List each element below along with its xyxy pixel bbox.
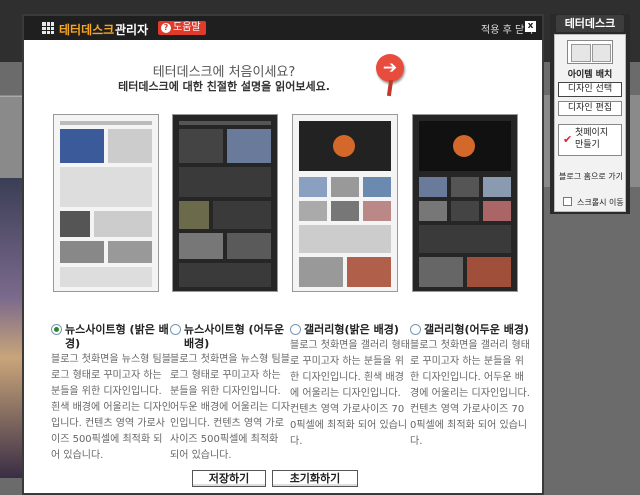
arrow-right-icon[interactable]: ➔ xyxy=(376,54,404,82)
radio-news-light[interactable] xyxy=(51,324,62,335)
design-select-button[interactable]: 디자인 선택 xyxy=(558,82,622,97)
check-icon: ✔ xyxy=(563,133,573,146)
radio-gallery-light-row[interactable]: 갤러리형(밝은 배경) xyxy=(290,323,412,337)
option-label: 뉴스사이트형 (밝은 배경) xyxy=(65,323,169,350)
thumbnail-news-dark[interactable] xyxy=(172,114,278,292)
layout-icon[interactable] xyxy=(567,40,613,64)
modal-brand-sub: 관리자 xyxy=(115,23,149,37)
tatterdesk-modal: 테터데스크 관리자 ? 도움말 적용 후 닫기 x 테터데스크에 처음이세요? 테… xyxy=(22,14,544,495)
radio-gallery-dark-row[interactable]: 갤러리형(어두운 배경) xyxy=(410,323,532,337)
option-news-light: 뉴스사이트형 (밝은 배경) 블로그 첫화면을 뉴스형 팀블로그 형태로 꾸미고… xyxy=(51,114,173,464)
thumbnail-gallery-dark[interactable] xyxy=(412,114,518,292)
blog-home-link[interactable]: 블로그 홈으로 가기 xyxy=(559,171,623,182)
help-label: 도움말 xyxy=(173,22,201,33)
radio-news-light-row[interactable]: 뉴스사이트형 (밝은 배경) xyxy=(51,323,173,351)
radio-news-dark[interactable] xyxy=(170,324,181,335)
option-description: 블로그 첫화면을 갤러리 형태로 꾸미고자 하는 분들을 위한 디자인입니다. … xyxy=(410,340,530,447)
radio-gallery-dark[interactable] xyxy=(410,324,421,335)
scroll-move-checkbox[interactable] xyxy=(563,197,572,206)
scroll-move-label: 스크롤시 이동 xyxy=(577,198,624,207)
option-gallery-dark: 갤러리형(어두운 배경) 블로그 첫화면을 갤러리 형태로 꾸미고자 하는 분들… xyxy=(410,114,532,450)
question-icon: ? xyxy=(161,23,171,33)
option-description: 블로그 첫화면을 뉴스형 팀블로그 형태로 꾸미고자 하는 분들을 위한 디자인… xyxy=(170,354,290,461)
radio-gallery-light[interactable] xyxy=(290,324,301,335)
reset-button[interactable]: 초기화하기 xyxy=(272,470,358,487)
option-gallery-light: 갤러리형(밝은 배경) 블로그 첫화면을 갤러리 형태로 꾸미고자 하는 분들을… xyxy=(290,114,412,450)
thumbnail-news-light[interactable] xyxy=(53,114,159,292)
help-button[interactable]: ? 도움말 xyxy=(158,21,206,35)
design-edit-button[interactable]: 디자인 편집 xyxy=(558,101,622,116)
option-label: 갤러리형(밝은 배경) xyxy=(304,323,399,336)
save-button[interactable]: 저장하기 xyxy=(192,470,266,487)
option-label: 갤러리형(어두운 배경) xyxy=(424,323,529,336)
option-description: 블로그 첫화면을 갤러리 형태로 꾸미고자 하는 분들을 위한 디자인입니다. … xyxy=(290,340,410,447)
thumbnail-gallery-light[interactable] xyxy=(292,114,398,292)
close-icon[interactable]: x xyxy=(525,21,536,32)
modal-header: 테터데스크 관리자 ? 도움말 적용 후 닫기 x xyxy=(24,16,542,40)
option-label: 뉴스사이트형 (어두운 배경) xyxy=(184,323,284,350)
modal-brand: 테터데스크 xyxy=(59,23,115,37)
item-layout-link[interactable]: 아이템 배치 xyxy=(556,67,624,80)
option-description: 블로그 첫화면을 뉴스형 팀블로그 형태로 꾸미고자 하는 분들을 위한 디자인… xyxy=(51,354,171,461)
grid-icon xyxy=(42,22,54,34)
background-photo xyxy=(0,178,22,478)
first-page-label: 첫페이지 만들기 xyxy=(575,128,609,150)
intro-subtitle[interactable]: 테터데스크에 대한 친절한 설명을 읽어보세요. xyxy=(24,78,424,94)
panel-title: 테터데스크 xyxy=(556,15,624,32)
radio-news-dark-row[interactable]: 뉴스사이트형 (어두운 배경) xyxy=(170,323,292,351)
background-divider xyxy=(0,96,22,97)
option-news-dark: 뉴스사이트형 (어두운 배경) 블로그 첫화면을 뉴스형 팀블로그 형태로 꾸미… xyxy=(170,114,292,464)
